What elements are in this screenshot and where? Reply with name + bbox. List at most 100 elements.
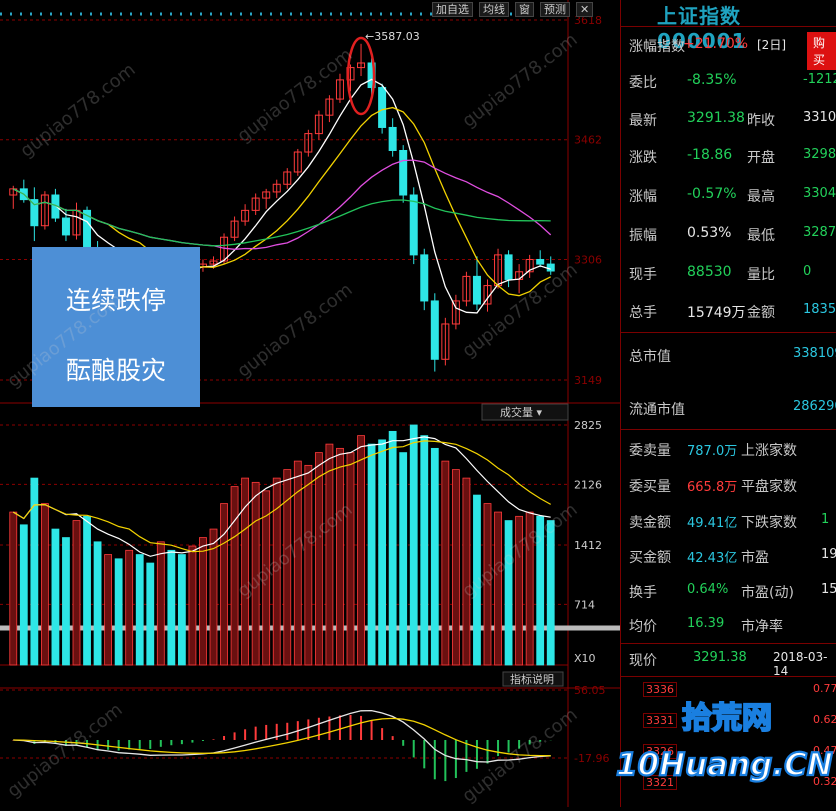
quote-label: 总手 (629, 302, 657, 322)
divider (621, 332, 836, 333)
macd-histogram-bar (286, 723, 288, 740)
quote-value: 3298 (803, 147, 836, 162)
volume-bar (189, 546, 196, 665)
candle-body (379, 88, 386, 128)
tool-window-button[interactable]: 窗 (515, 2, 534, 17)
annotation-box: 连续跌停 酝酿股灾 (32, 247, 200, 407)
quote-label: 均价 (629, 616, 657, 636)
quote-row: 涨幅指数+21.70%[2日]购买 (621, 30, 836, 60)
candle-body (421, 255, 428, 301)
quote-value: 0.53% (687, 225, 731, 241)
macd-histogram-bar (107, 740, 109, 750)
candle-body (431, 301, 438, 359)
quote-row: 涨幅-0.57%最高3304 (621, 180, 836, 210)
site-logo: 拾荒网 10Huang.CN (612, 690, 836, 807)
quote-row: 委比-8.35%-12123 (621, 66, 836, 96)
macd-histogram-bar (360, 716, 362, 740)
volume-bar (421, 436, 428, 665)
tool-forecast-button[interactable]: 预测 (540, 2, 570, 17)
indicator-tick-label: -17.96 (574, 752, 609, 765)
price-tick-label: 3149 (574, 374, 602, 387)
quote-label: 市盈 (741, 547, 769, 567)
volume-bar (358, 436, 365, 665)
volume-bar (221, 504, 228, 665)
quote-row: 买金额 42.43亿市盈 19 (621, 541, 836, 571)
quote-label: 市盈(动) (741, 582, 794, 602)
quote-label: 委卖量 (629, 440, 671, 460)
candle-body (62, 218, 69, 235)
quote-value: 3291.38 (687, 110, 745, 126)
macd-histogram-bar (487, 740, 489, 764)
volume-bar (505, 521, 512, 665)
volume-bar (136, 555, 143, 665)
buy-button[interactable]: 购买 (807, 32, 836, 70)
macd-histogram-bar (423, 740, 425, 768)
volume-bar (400, 453, 407, 665)
quote-date: 2018-03-14 (773, 650, 836, 678)
chart-toolbar: 加自选 均线 窗 预测 ✕ (432, 2, 593, 17)
volume-bar (31, 478, 38, 665)
volume-unit-label: X10 (574, 652, 596, 665)
quote-value: 19 (821, 547, 836, 562)
macd-histogram-bar (139, 740, 141, 749)
quote-row: 委卖量787.0万上涨家数 (621, 434, 836, 464)
macd-histogram-bar (307, 719, 309, 740)
quote-label: 量比 (747, 264, 775, 284)
volume-bar (62, 538, 69, 665)
divider (621, 429, 836, 430)
quote-label: 卖金额 (629, 512, 671, 532)
macd-histogram-bar (234, 732, 236, 740)
current-price-value: 3291.38 (693, 650, 747, 665)
volume-bar (442, 461, 449, 665)
close-icon[interactable]: ✕ (576, 2, 593, 17)
quote-label: 下跌家数 (741, 512, 797, 532)
peak-label: ←3587.03 (365, 30, 420, 43)
quote-value: -12123 (803, 72, 836, 87)
volume-tick-label: 714 (574, 598, 595, 611)
volume-bar (231, 487, 238, 665)
quote-value: 286290 (793, 399, 836, 414)
quote-panel: 上证指数 000001 涨幅指数+21.70%[2日]购买委比-8.35%-12… (620, 0, 836, 807)
quote-label: 最新 (629, 110, 657, 130)
macd-histogram-bar (255, 727, 257, 740)
quote-value: 42.43亿 (687, 547, 737, 566)
volume-selector-label: 成交量 ▾ (500, 405, 542, 419)
volume-bar (105, 555, 112, 665)
volume-bar (389, 431, 396, 665)
quote-label: 涨幅指数 (629, 36, 685, 56)
quote-label: 涨跌 (629, 147, 657, 167)
quote-value: 0.64% (687, 582, 728, 597)
candle-body (400, 150, 407, 195)
macd-histogram-bar (202, 740, 204, 741)
quote-value: 1835 (803, 302, 836, 317)
macd-histogram-bar (476, 740, 478, 769)
macd-histogram-bar (465, 740, 467, 772)
volume-bar (326, 444, 333, 665)
macd-histogram-bar (318, 718, 320, 740)
indicator-selector-label: 指标说明 (510, 672, 554, 686)
tool-ma-button[interactable]: 均线 (479, 2, 509, 17)
macd-histogram-bar (244, 729, 246, 740)
quote-row: 最新3291.38昨收3310 (621, 104, 836, 134)
quote-row: 涨跌-18.86开盘3298 (621, 141, 836, 171)
quote-label: 振幅 (629, 225, 657, 245)
volume-bar (452, 470, 459, 665)
quote-row: 现手88530量比0 (621, 258, 836, 288)
quote-label: 开盘 (747, 147, 775, 167)
volume-bar (547, 521, 554, 665)
macd-histogram-bar (371, 720, 373, 740)
macd-histogram-bar (392, 736, 394, 740)
quote-label: 金额 (747, 302, 775, 322)
macd-histogram-bar (444, 740, 446, 781)
macd-histogram-bar (149, 740, 151, 749)
volume-bar (336, 448, 343, 665)
tool-add-watchlist-button[interactable]: 加自选 (432, 2, 473, 17)
volume-bar (495, 512, 502, 665)
quote-label: 上涨家数 (741, 440, 797, 460)
price-tick-label: 3306 (574, 253, 602, 266)
price-tick-label: 3462 (574, 134, 602, 147)
quote-row: 总手15749万金额1835 (621, 296, 836, 326)
quote-label: 买金额 (629, 547, 671, 567)
macd-histogram-bar (223, 736, 225, 740)
macd-histogram-bar (434, 740, 436, 779)
